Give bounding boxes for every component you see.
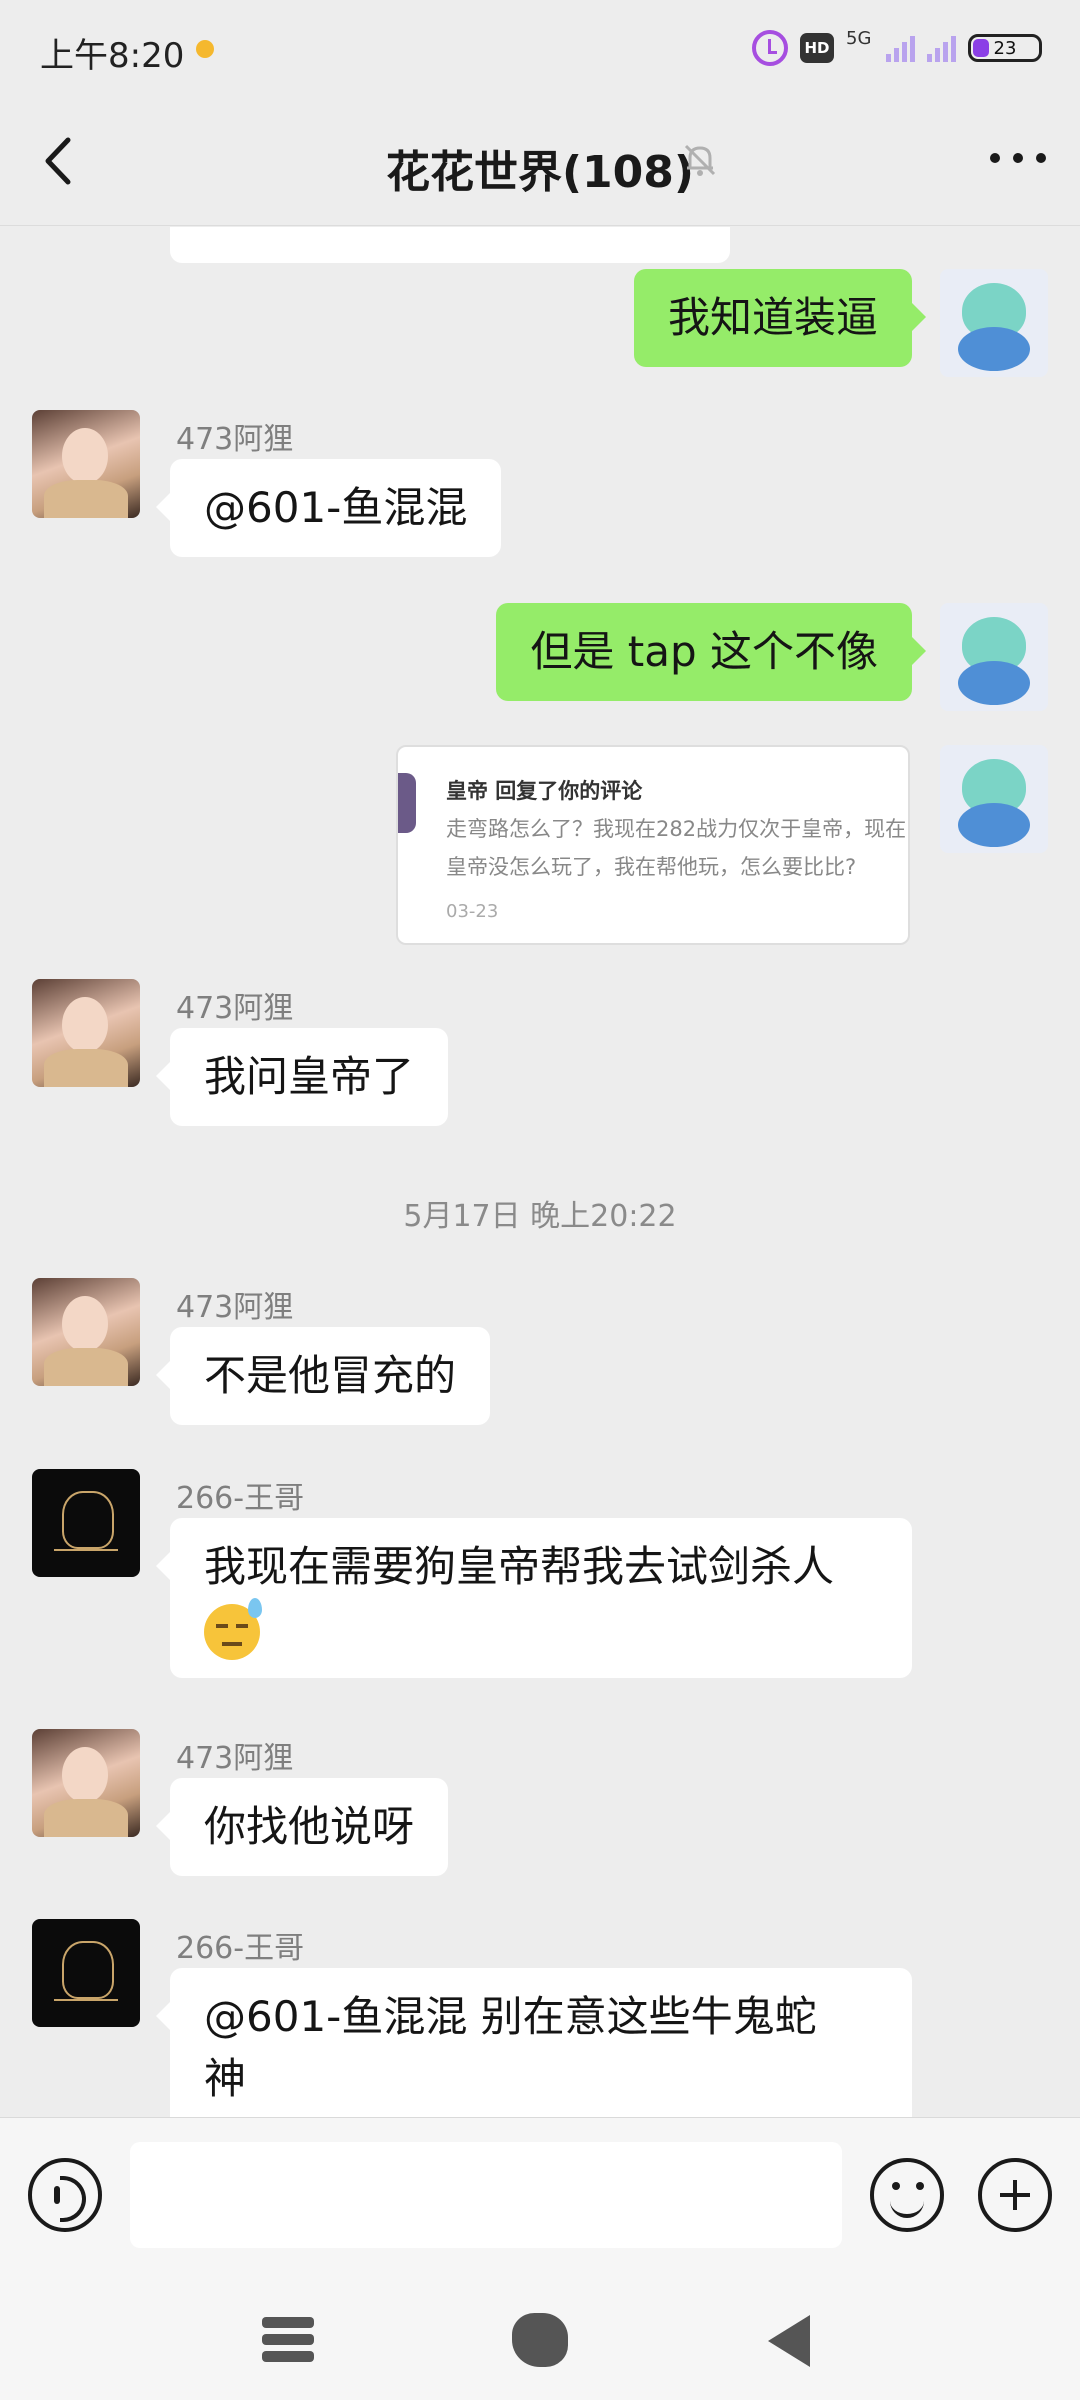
sender-avatar[interactable] [32,979,140,1087]
message-bubble-incoming[interactable]: 我现在需要狗皇帝帮我去试剑杀人 [156,1518,912,1678]
card-date: 03-23 [446,901,499,922]
sender-name: 473阿狸 [176,1741,294,1776]
status-icons: HD 5G 23 [752,26,1042,70]
back-icon[interactable] [768,2315,810,2367]
sender-name: 473阿狸 [176,1290,294,1325]
sender-name: 266-王哥 [176,1931,305,1966]
chat-title: 花花世界(108) [385,147,695,198]
card-text-line: 走弯路怎么了？我现在282战力仅次于皇帝，现在 [446,817,907,841]
partial-message-bubble[interactable] [170,227,730,263]
message-bubble-outgoing[interactable]: 但是 tap 这个不像 [496,603,926,701]
message-bubble-incoming[interactable]: 你找他说呀 [155,1778,449,1876]
message-input[interactable] [130,2142,842,2248]
battery-icon: 23 [968,34,1042,62]
shared-card[interactable]: 皇帝 回复了你的评论 走弯路怎么了？我现在282战力仅次于皇帝，现在 皇帝没怎么… [396,745,910,945]
sender-avatar[interactable] [32,1469,140,1577]
sender-avatar[interactable] [32,410,140,518]
alarm-icon [752,30,788,66]
network-type-label: 5G [846,28,872,49]
more-dot-icon [990,153,1000,163]
message-bubble-incoming[interactable]: @601-鱼混混 [155,459,502,557]
card-text-line: 皇帝没怎么玩了，我在帮他玩，怎么要比比? [446,855,857,879]
menu-icon[interactable] [262,2317,314,2363]
card-thumbnail [398,773,416,833]
message-list[interactable]: 我知道装逼 473阿狸 @601-鱼混混 但是 tap 这个不像 皇帝 回复了你… [0,227,1080,2117]
status-bar: 上午8:20 HD 5G 23 [0,0,1080,96]
sender-avatar[interactable] [32,1919,140,2027]
sender-avatar[interactable] [32,1729,140,1837]
system-nav-bar [0,2277,1080,2400]
message-bubble-incoming[interactable]: 不是他冒充的 [155,1327,491,1425]
message-bubble-incoming[interactable]: 我问皇帝了 [155,1028,449,1126]
notification-dot-icon [196,40,214,58]
message-bubble-incoming[interactable]: @601-鱼混混 别在意这些牛鬼蛇 神 [156,1968,912,2117]
more-dot-icon [1013,153,1023,163]
message-text-line: @601-鱼混混 别在意这些牛鬼蛇 [204,1992,817,2041]
message-text-line: 神 [204,2054,247,2103]
home-icon[interactable] [512,2313,568,2367]
more-dot-icon [1036,153,1046,163]
sender-name: 473阿狸 [176,422,294,457]
sender-name: 266-王哥 [176,1481,305,1516]
battery-level: 23 [993,37,1017,59]
chat-header: 花花世界(108) [0,96,1080,226]
message-bubble-outgoing[interactable]: 我知道装逼 [633,269,927,367]
my-avatar[interactable] [940,745,1048,853]
hd-icon: HD [800,33,834,63]
input-bar [0,2117,1080,2277]
my-avatar[interactable] [940,603,1048,711]
sender-name: 473阿狸 [176,991,294,1026]
signal-icon [886,34,915,62]
sweat-emoji-icon [204,1597,262,1660]
voice-icon[interactable] [28,2158,102,2232]
signal-2-icon [927,34,956,62]
my-avatar[interactable] [940,269,1048,377]
card-title: 皇帝 回复了你的评论 [446,779,643,803]
message-text: 我现在需要狗皇帝帮我去试剑杀人 [204,1542,835,1591]
bell-off-icon [680,140,720,180]
time-separator: 5月17日 晚上20:22 [403,1199,677,1234]
more-button[interactable] [990,146,1046,170]
sender-avatar[interactable] [32,1278,140,1386]
network-type-icon: 5G [846,28,874,66]
plus-icon[interactable] [978,2158,1052,2232]
emoji-icon[interactable] [870,2158,944,2232]
status-time: 上午8:20 [40,36,185,76]
